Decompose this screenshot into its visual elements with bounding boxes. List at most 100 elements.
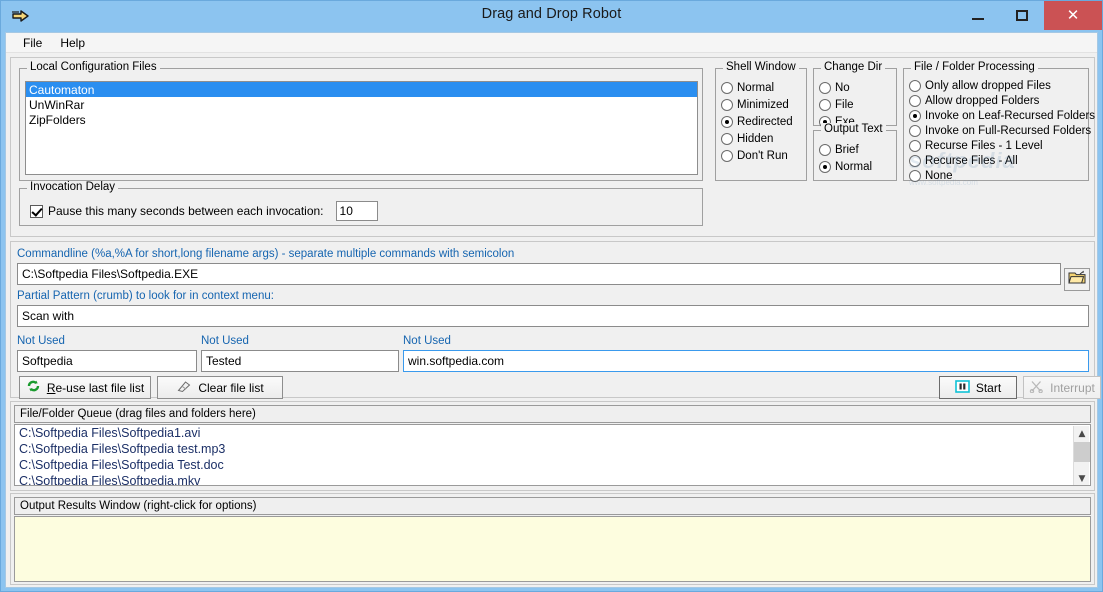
list-item[interactable]: ZipFolders bbox=[26, 112, 697, 127]
list-item[interactable]: Cautomaton bbox=[26, 82, 697, 97]
radio-shell-hidden[interactable]: Hidden bbox=[721, 132, 806, 146]
file-folder-processing-legend: File / Folder Processing bbox=[911, 61, 1038, 73]
radio-label: Recurse Files - All bbox=[925, 155, 1018, 167]
scrollbar-thumb[interactable] bbox=[1074, 442, 1090, 462]
client-area: File Help Local Configuration Files Caut… bbox=[5, 32, 1101, 588]
radio-icon bbox=[819, 82, 831, 94]
shell-window-options: Normal Minimized Redirected Hidden Don't… bbox=[716, 81, 806, 166]
reuse-button-label: Re-use last file list bbox=[47, 381, 144, 395]
local-config-legend: Local Configuration Files bbox=[27, 61, 160, 73]
radio-label: Allow dropped Folders bbox=[925, 95, 1040, 107]
list-item[interactable]: C:\Softpedia Files\Softpedia test.mp3 bbox=[15, 441, 1090, 457]
queue-list[interactable]: C:\Softpedia Files\Softpedia1.avi C:\Sof… bbox=[14, 424, 1091, 486]
browse-folder-button[interactable] bbox=[1064, 268, 1090, 291]
recycle-refresh-icon bbox=[26, 379, 41, 396]
scroll-up-icon[interactable]: ▲ bbox=[1074, 426, 1090, 441]
queue-panel: File/Folder Queue (drag files and folder… bbox=[10, 401, 1095, 491]
file-folder-processing-group: File / Folder Processing Only allow drop… bbox=[903, 61, 1095, 184]
partial-pattern-input[interactable] bbox=[17, 305, 1089, 327]
close-icon: ✕ bbox=[1066, 6, 1080, 24]
invocation-delay-legend: Invocation Delay bbox=[27, 181, 119, 193]
radio-label: Redirected bbox=[737, 116, 793, 128]
list-item[interactable]: C:\Softpedia Files\Softpedia.mkv bbox=[15, 473, 1090, 485]
commandline-label: Commandline (%a,%A for short,long filena… bbox=[17, 248, 515, 260]
maximize-icon bbox=[1016, 10, 1028, 21]
window-title: Drag and Drop Robot bbox=[481, 6, 622, 22]
radio-label: Normal bbox=[737, 82, 775, 94]
radio-label: File bbox=[835, 99, 854, 111]
open-folder-icon bbox=[1068, 270, 1086, 290]
output-text-group: Output Text Brief Normal bbox=[813, 123, 897, 181]
radio-shell-normal[interactable]: Normal bbox=[721, 81, 806, 95]
radio-label: No bbox=[835, 82, 850, 94]
commandline-input[interactable] bbox=[17, 263, 1061, 285]
output-text-legend: Output Text bbox=[821, 123, 886, 135]
radio-chdir-no[interactable]: No bbox=[819, 81, 896, 95]
output-text-options: Brief Normal bbox=[814, 143, 896, 177]
clear-button-label: Clear file list bbox=[198, 380, 264, 395]
pause-checkbox-label[interactable]: Pause this many seconds between each inv… bbox=[48, 204, 324, 218]
list-item[interactable]: C:\Softpedia Files\Softpedia Test.doc bbox=[15, 457, 1090, 473]
radio-label: Invoke on Leaf-Recursed Folders bbox=[925, 110, 1096, 122]
menu-file[interactable]: File bbox=[14, 35, 51, 51]
radio-label: Minimized bbox=[737, 99, 789, 111]
radio-shell-minimized[interactable]: Minimized bbox=[721, 98, 806, 112]
not-used-input-1[interactable] bbox=[17, 350, 197, 372]
radio-ffp-leaf-recursed[interactable]: Invoke on Leaf-Recursed Folders bbox=[909, 109, 1095, 123]
pause-checkbox[interactable] bbox=[30, 204, 43, 218]
file-folder-processing-options: Only allow dropped Files Allow dropped F… bbox=[904, 79, 1095, 184]
radio-ffp-only-files[interactable]: Only allow dropped Files bbox=[909, 79, 1088, 93]
radio-label: Brief bbox=[835, 144, 859, 156]
radio-ffp-full-recursed[interactable]: Invoke on Full-Recursed Folders bbox=[909, 124, 1091, 138]
window-controls: ✕ bbox=[956, 1, 1102, 30]
radio-ffp-recurse-all[interactable]: Recurse Files - All bbox=[909, 154, 1088, 168]
radio-outtext-brief[interactable]: Brief bbox=[819, 143, 896, 157]
radio-label: Hidden bbox=[737, 133, 774, 145]
not-used-label-3: Not Used bbox=[403, 335, 451, 347]
invocation-delay-row: Pause this many seconds between each inv… bbox=[30, 201, 378, 221]
queue-scrollbar[interactable]: ▲ ▼ bbox=[1073, 426, 1090, 485]
scroll-down-icon[interactable]: ▼ bbox=[1074, 471, 1090, 485]
maximize-button[interactable] bbox=[1000, 1, 1044, 30]
radio-ffp-none[interactable]: None bbox=[909, 169, 1088, 183]
radio-icon bbox=[909, 140, 921, 152]
radio-icon bbox=[909, 110, 921, 122]
output-header: Output Results Window (right-click for o… bbox=[14, 497, 1091, 515]
interrupt-button[interactable]: Interrupt bbox=[1023, 376, 1101, 399]
not-used-input-2[interactable] bbox=[201, 350, 399, 372]
not-used-label-1: Not Used bbox=[17, 335, 65, 347]
radio-icon bbox=[819, 99, 831, 111]
interrupt-button-label: Interrupt bbox=[1050, 380, 1095, 395]
radio-icon bbox=[819, 161, 831, 173]
local-config-listbox[interactable]: Cautomaton UnWinRar ZipFolders bbox=[25, 81, 698, 175]
minimize-button[interactable] bbox=[956, 1, 1000, 30]
radio-label: None bbox=[925, 170, 953, 182]
radio-ffp-allow-folders[interactable]: Allow dropped Folders bbox=[909, 94, 1088, 108]
app-window: Drag and Drop Robot ✕ File Help Local Co… bbox=[0, 0, 1103, 592]
radio-shell-dont-run[interactable]: Don't Run bbox=[721, 149, 806, 163]
radio-icon bbox=[819, 144, 831, 156]
start-button[interactable]: Start bbox=[939, 376, 1017, 399]
start-button-label: Start bbox=[975, 380, 1002, 395]
radio-label: Don't Run bbox=[737, 150, 788, 162]
output-results-area[interactable] bbox=[14, 516, 1091, 582]
reuse-last-file-list-button[interactable]: Re-use last file list bbox=[19, 376, 151, 399]
delay-seconds-input[interactable] bbox=[335, 201, 378, 221]
close-button[interactable]: ✕ bbox=[1044, 1, 1102, 30]
radio-chdir-file[interactable]: File bbox=[819, 98, 896, 112]
queue-header: File/Folder Queue (drag files and folder… bbox=[14, 405, 1091, 423]
change-dir-group: Change Dir No File Exe bbox=[813, 61, 897, 128]
clear-file-list-button[interactable]: Clear file list bbox=[157, 376, 283, 399]
settings-panel: Local Configuration Files Cautomaton UnW… bbox=[10, 57, 1095, 237]
radio-icon bbox=[909, 95, 921, 107]
radio-icon bbox=[721, 99, 733, 111]
radio-shell-redirected[interactable]: Redirected bbox=[721, 115, 806, 129]
radio-outtext-normal[interactable]: Normal bbox=[819, 160, 896, 174]
menu-help[interactable]: Help bbox=[51, 35, 94, 51]
scissors-icon bbox=[1029, 380, 1044, 396]
not-used-input-3[interactable] bbox=[403, 350, 1089, 372]
list-item[interactable]: C:\Softpedia Files\Softpedia1.avi bbox=[15, 425, 1090, 441]
radio-ffp-recurse-1-level[interactable]: Recurse Files - 1 Level bbox=[909, 139, 1088, 153]
partial-pattern-label: Partial Pattern (crumb) to look for in c… bbox=[17, 290, 274, 302]
list-item[interactable]: UnWinRar bbox=[26, 97, 697, 112]
